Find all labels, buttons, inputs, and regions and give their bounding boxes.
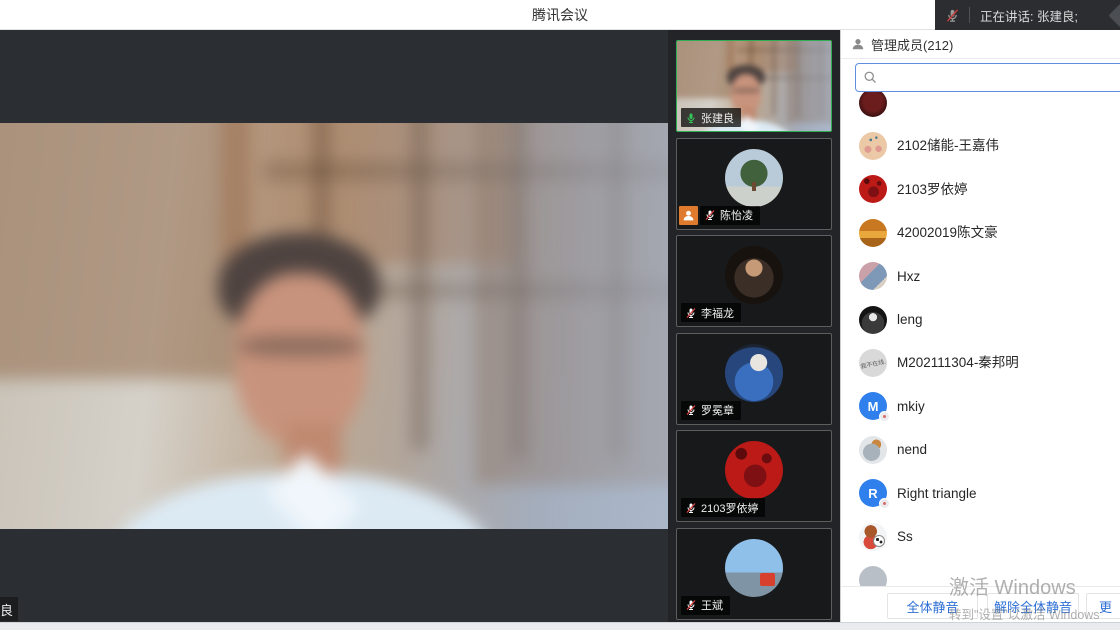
video-thumbnail[interactable]: 李福龙 xyxy=(676,235,832,327)
host-role-icon xyxy=(679,206,698,225)
mic-muted-icon xyxy=(685,599,697,611)
search-icon xyxy=(863,70,878,85)
thumbnail-nametag: 陈怡凌 xyxy=(700,206,760,225)
thumbnail-nametag: 王斌 xyxy=(681,596,730,615)
video-thumbnail[interactable]: 2103罗依婷 xyxy=(676,430,832,522)
thumbnail-nametag: 李福龙 xyxy=(681,303,741,322)
member-search-input[interactable] xyxy=(855,63,1120,92)
member-row[interactable]: leng xyxy=(841,298,1120,341)
mic-muted-icon xyxy=(945,8,960,23)
member-name: Ss xyxy=(897,515,913,558)
video-feed xyxy=(0,123,668,529)
member-avatar xyxy=(859,436,887,464)
member-panel-header: 管理成员(212) xyxy=(841,30,1120,59)
status-badge xyxy=(879,411,890,422)
title-bar: 腾讯会议 正在讲话: 张建良; xyxy=(0,0,1120,30)
mic-active-icon xyxy=(685,112,697,124)
member-row[interactable] xyxy=(841,558,1120,586)
member-name: Hxz xyxy=(897,255,920,298)
mic-muted-icon xyxy=(685,502,697,514)
member-row[interactable]: 我不在线. M202111304-秦邦明 xyxy=(841,341,1120,384)
main-video-nametag: 良 xyxy=(0,597,18,621)
member-avatar xyxy=(859,132,887,160)
member-row[interactable]: 42002019陈文豪 xyxy=(841,211,1120,254)
member-avatar: 我不在线. xyxy=(859,349,887,377)
main-video-feed xyxy=(0,123,668,529)
main-video-tile: 良 xyxy=(0,30,668,622)
speaking-label: 正在讲话: 张建良; xyxy=(980,6,1078,25)
member-search xyxy=(855,63,1120,92)
mic-muted-icon xyxy=(704,209,716,221)
member-name: nend xyxy=(897,428,927,471)
member-panel-footer: 全体静音 解除全体静音 更 xyxy=(841,586,1120,622)
more-button[interactable]: 更 xyxy=(1086,593,1120,619)
member-avatar xyxy=(859,262,887,290)
member-list: 2102储能-王嘉伟2103罗依婷42002019陈文豪Hxzleng我不在线.… xyxy=(841,92,1120,586)
avatar-status-text: 我不在线. xyxy=(859,349,887,377)
member-avatar xyxy=(859,306,887,334)
member-row[interactable]: Mmkiy xyxy=(841,385,1120,428)
collapse-arrow-icon[interactable] xyxy=(1108,3,1120,27)
member-name: Right triangle xyxy=(897,472,977,515)
video-thumbnail[interactable]: 罗冕章 xyxy=(676,333,832,425)
member-avatar xyxy=(859,175,887,203)
member-avatar: M xyxy=(859,392,887,420)
participant-avatar xyxy=(725,539,783,597)
participant-avatar xyxy=(725,441,783,499)
mute-all-button[interactable]: 全体静音 xyxy=(887,593,978,619)
member-panel-title: 管理成员(212) xyxy=(871,35,953,54)
mic-muted-icon xyxy=(685,404,697,416)
member-avatar xyxy=(859,566,887,586)
members-icon xyxy=(851,37,865,51)
mic-muted-icon xyxy=(685,307,697,319)
participant-name: 罗冕章 xyxy=(701,402,734,418)
member-panel: 管理成员(212) 2102储能-王嘉伟2103罗依婷42002019陈文豪Hx… xyxy=(840,30,1120,622)
participant-name: 2103罗依婷 xyxy=(701,500,758,516)
member-name: mkiy xyxy=(897,385,925,428)
app-title: 腾讯会议 xyxy=(532,5,588,25)
participant-name: 张建良 xyxy=(701,110,734,126)
member-avatar: R xyxy=(859,479,887,507)
member-name: 2102储能-王嘉伟 xyxy=(897,124,999,167)
member-row[interactable]: R Right triangle xyxy=(841,472,1120,515)
participant-name: 王斌 xyxy=(701,597,723,613)
participant-name: 陈怡凌 xyxy=(720,207,753,223)
member-avatar xyxy=(859,523,887,551)
participant-avatar xyxy=(725,246,783,304)
status-badge xyxy=(879,498,890,509)
thumbnail-nametag: 张建良 xyxy=(681,108,741,127)
banner-divider xyxy=(969,7,970,23)
participant-avatar xyxy=(725,149,783,207)
thumbnail-strip: 张建良陈怡凌李福龙罗冕章 2103罗依婷王斌 xyxy=(668,30,840,622)
member-row[interactable]: nend xyxy=(841,428,1120,471)
video-thumbnail[interactable]: 陈怡凌 xyxy=(676,138,832,230)
member-name: M202111304-秦邦明 xyxy=(897,341,1019,384)
speaking-banner: 正在讲话: 张建良; xyxy=(935,0,1120,30)
window-bottom-edge xyxy=(0,622,1120,630)
video-thumbnail[interactable]: 张建良 xyxy=(676,40,832,132)
member-row[interactable]: 2103罗依婷 xyxy=(841,168,1120,211)
tencent-meeting-window: 腾讯会议 正在讲话: 张建良; xyxy=(0,0,1120,630)
member-row[interactable]: 2102储能-王嘉伟 xyxy=(841,124,1120,167)
unmute-all-button[interactable]: 解除全体静音 xyxy=(987,593,1079,619)
participant-avatar xyxy=(725,344,783,402)
member-row[interactable] xyxy=(841,92,1120,124)
member-avatar xyxy=(859,92,887,117)
member-row[interactable]: Ss xyxy=(841,515,1120,558)
video-thumbnail[interactable]: 王斌 xyxy=(676,528,832,620)
member-name: 42002019陈文豪 xyxy=(897,211,998,254)
member-row[interactable]: Hxz xyxy=(841,255,1120,298)
member-avatar xyxy=(859,219,887,247)
participant-name: 李福龙 xyxy=(701,305,734,321)
member-name: leng xyxy=(897,298,923,341)
thumbnail-nametag: 罗冕章 xyxy=(681,401,741,420)
thumbnail-nametag: 2103罗依婷 xyxy=(681,498,765,517)
member-name: 2103罗依婷 xyxy=(897,168,968,211)
